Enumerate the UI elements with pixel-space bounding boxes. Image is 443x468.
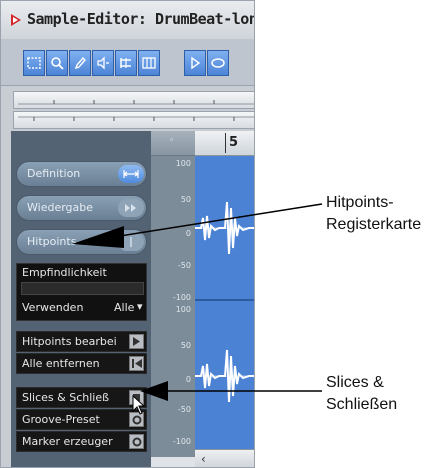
- slices-callout-line2: Schließen: [326, 396, 398, 413]
- slices-callout-line1: Slices &: [326, 374, 384, 391]
- hitpoints-callout-line1: Hitpoints-: [326, 194, 394, 211]
- hitpoints-callout-line2: Registerkarte: [326, 216, 422, 233]
- slices-callout: Slices & Schließen: [326, 372, 397, 416]
- hitpoints-callout: Hitpoints- Registerkarte: [326, 192, 421, 236]
